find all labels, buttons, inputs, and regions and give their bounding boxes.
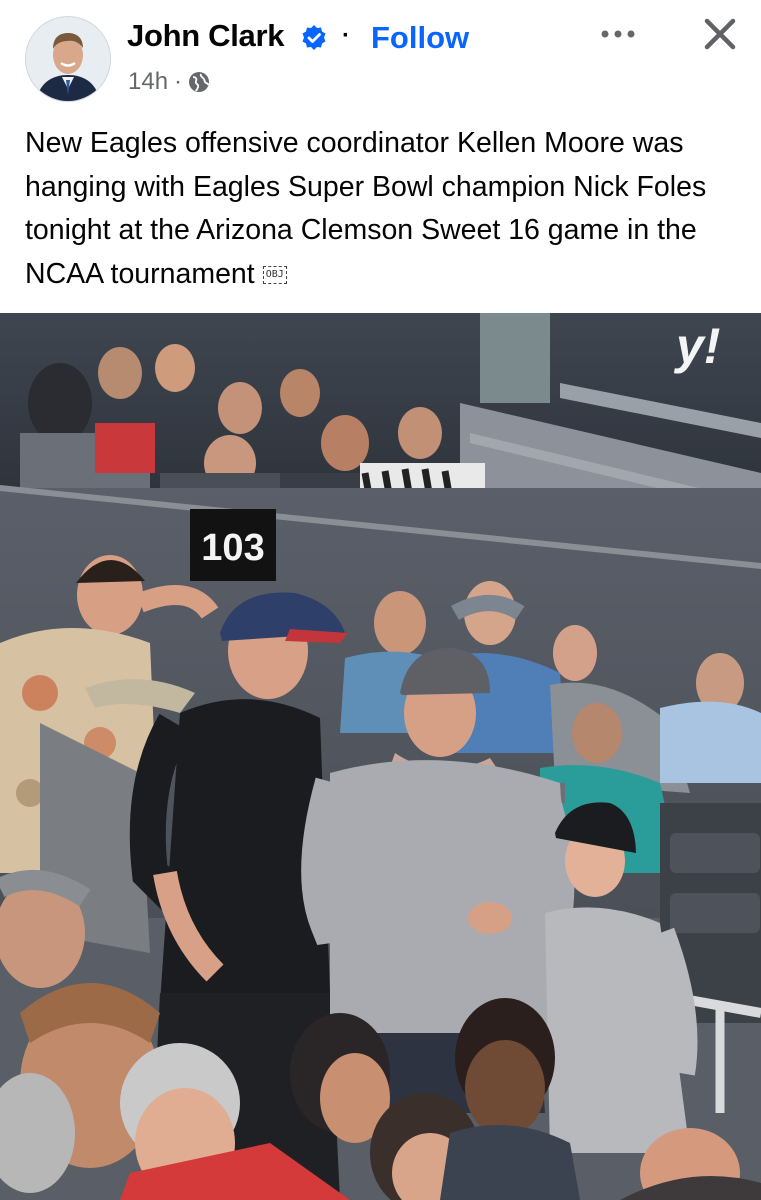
photo-scene: 103 y!: [0, 313, 761, 1200]
meta-separator: ·: [174, 68, 183, 95]
more-horizontal-icon[interactable]: [598, 14, 640, 54]
avatar-image: [26, 17, 110, 101]
header-separator: ·: [342, 22, 350, 49]
avatar[interactable]: [25, 16, 111, 102]
verified-badge-icon: [302, 25, 326, 50]
post-text: New Eagles offensive coordinator Kellen …: [25, 122, 745, 296]
globe-icon[interactable]: [188, 71, 210, 93]
post-meta: 14h ·: [128, 67, 210, 97]
follow-button[interactable]: Follow: [371, 20, 469, 56]
object-replacement-glyph: OBJ: [262, 265, 287, 284]
author-name[interactable]: John Clark: [127, 18, 285, 54]
timestamp[interactable]: 14h: [128, 68, 168, 96]
post-header: John Clark · Follow 14h ·: [0, 0, 761, 110]
post-body: New Eagles offensive coordinator Kellen …: [25, 127, 707, 290]
yahoo-watermark: y!: [673, 318, 720, 374]
section-number: 103: [201, 527, 264, 569]
close-icon[interactable]: [700, 14, 740, 54]
post-photo[interactable]: 103 y!: [0, 313, 761, 1200]
